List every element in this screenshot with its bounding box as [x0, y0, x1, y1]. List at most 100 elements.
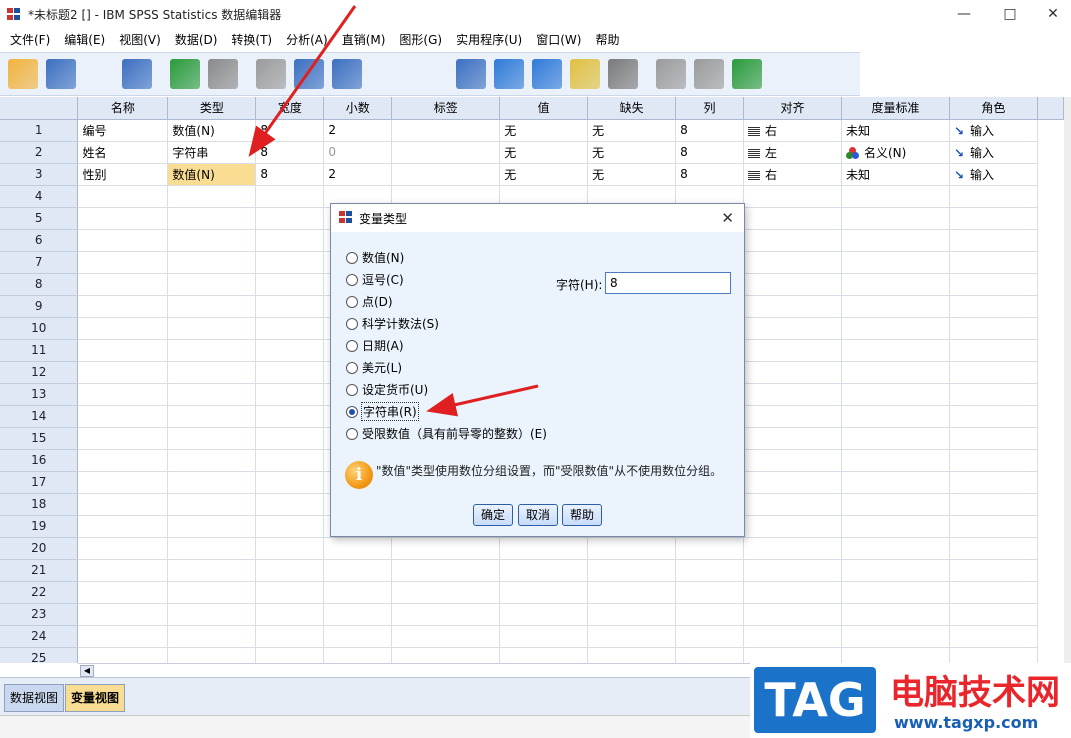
save-icon[interactable] [46, 59, 76, 89]
row-number[interactable]: 7 [0, 251, 79, 274]
radio-button[interactable] [346, 317, 358, 330]
empty-cell[interactable] [167, 559, 257, 582]
goto-case-icon[interactable] [256, 59, 286, 89]
vertical-scrollbar[interactable] [1064, 97, 1071, 663]
empty-cell[interactable] [743, 361, 842, 384]
empty-cell[interactable] [391, 603, 501, 626]
empty-cell[interactable] [675, 559, 745, 582]
empty-cell[interactable] [167, 493, 257, 516]
cell-align[interactable]: 右 [743, 119, 842, 142]
empty-cell[interactable] [949, 251, 1038, 274]
empty-cell[interactable] [167, 251, 257, 274]
cell-decimals[interactable]: 0 [323, 141, 393, 164]
dialog-recall-icon[interactable] [122, 59, 152, 89]
empty-cell[interactable] [587, 647, 677, 663]
empty-cell[interactable] [391, 625, 501, 648]
empty-cell[interactable] [587, 559, 677, 582]
radio-option[interactable]: 科学计数法(S) [346, 315, 439, 332]
cell-role[interactable]: ↘ 输入 [949, 119, 1038, 142]
empty-cell[interactable] [255, 361, 325, 384]
empty-cell[interactable] [323, 625, 393, 648]
empty-cell[interactable] [323, 581, 393, 604]
cell-label[interactable] [391, 119, 501, 142]
empty-cell[interactable] [167, 207, 257, 230]
column-header[interactable]: 小数 [323, 97, 393, 120]
empty-cell[interactable] [949, 361, 1038, 384]
empty-cell[interactable] [841, 207, 950, 230]
empty-cell[interactable] [949, 647, 1038, 663]
row-number[interactable]: 1 [0, 119, 79, 142]
empty-cell[interactable] [255, 559, 325, 582]
empty-cell[interactable] [949, 229, 1038, 252]
select-cases-icon[interactable] [570, 59, 600, 89]
row-number[interactable]: 2 [0, 141, 79, 164]
empty-cell[interactable] [255, 185, 325, 208]
empty-cell[interactable] [841, 471, 950, 494]
empty-cell[interactable] [499, 581, 589, 604]
empty-cell[interactable] [77, 493, 169, 516]
cell-columns[interactable]: 8 [675, 119, 745, 142]
empty-cell[interactable] [255, 207, 325, 230]
empty-cell[interactable] [675, 647, 745, 663]
empty-cell[interactable] [949, 339, 1038, 362]
empty-cell[interactable] [743, 603, 842, 626]
empty-cell[interactable] [167, 647, 257, 663]
scroll-left-icon[interactable]: ◀ [80, 664, 94, 677]
empty-cell[interactable] [743, 295, 842, 318]
radio-button[interactable] [346, 251, 358, 264]
empty-cell[interactable] [255, 229, 325, 252]
menu-item-1[interactable]: 编辑(E) [57, 28, 112, 52]
radio-button[interactable] [346, 405, 358, 418]
empty-cell[interactable] [743, 185, 842, 208]
empty-cell[interactable] [77, 625, 169, 648]
empty-cell[interactable] [167, 339, 257, 362]
empty-cell[interactable] [743, 427, 842, 450]
empty-cell[interactable] [499, 603, 589, 626]
empty-cell[interactable] [167, 273, 257, 296]
minimize-icon[interactable]: — [941, 0, 987, 28]
empty-cell[interactable] [949, 559, 1038, 582]
empty-cell[interactable] [841, 647, 950, 663]
radio-button[interactable] [346, 273, 358, 286]
empty-cell[interactable] [743, 559, 842, 582]
radio-option[interactable]: 设定货币(U) [346, 381, 428, 398]
column-header[interactable]: 度量标准 [841, 97, 950, 120]
empty-cell[interactable] [743, 229, 842, 252]
empty-cell[interactable] [841, 537, 950, 560]
empty-cell[interactable] [167, 185, 257, 208]
value-labels-icon[interactable] [608, 59, 638, 89]
redo-icon[interactable] [208, 59, 238, 89]
empty-cell[interactable] [255, 647, 325, 663]
row-number[interactable]: 25 [0, 647, 79, 663]
empty-cell[interactable] [167, 581, 257, 604]
cell-columns[interactable]: 8 [675, 141, 745, 164]
radio-option[interactable]: 日期(A) [346, 337, 404, 354]
empty-cell[interactable] [77, 295, 169, 318]
empty-cell[interactable] [255, 603, 325, 626]
empty-cell[interactable] [77, 405, 169, 428]
empty-cell[interactable] [949, 537, 1038, 560]
radio-option[interactable]: 美元(L) [346, 359, 402, 376]
empty-cell[interactable] [255, 273, 325, 296]
empty-cell[interactable] [743, 449, 842, 472]
menu-item-0[interactable]: 文件(F) [3, 28, 57, 52]
empty-cell[interactable] [499, 559, 589, 582]
empty-cell[interactable] [167, 383, 257, 406]
cell-missing[interactable]: 无 [587, 119, 677, 142]
row-number[interactable]: 21 [0, 559, 79, 582]
radio-button[interactable] [346, 295, 358, 308]
radio-option[interactable]: 数值(N) [346, 249, 404, 266]
row-number[interactable]: 9 [0, 295, 79, 318]
empty-cell[interactable] [255, 625, 325, 648]
cell-decimals[interactable]: 2 [323, 119, 393, 142]
empty-cell[interactable] [255, 405, 325, 428]
cell-type[interactable]: 数值(N) [167, 163, 257, 186]
empty-cell[interactable] [323, 603, 393, 626]
empty-cell[interactable] [587, 603, 677, 626]
empty-cell[interactable] [323, 647, 393, 663]
empty-cell[interactable] [949, 295, 1038, 318]
column-header[interactable]: 角色 [949, 97, 1038, 120]
empty-cell[interactable] [743, 493, 842, 516]
empty-cell[interactable] [77, 251, 169, 274]
tab-data-view[interactable]: 数据视图 [4, 684, 65, 712]
